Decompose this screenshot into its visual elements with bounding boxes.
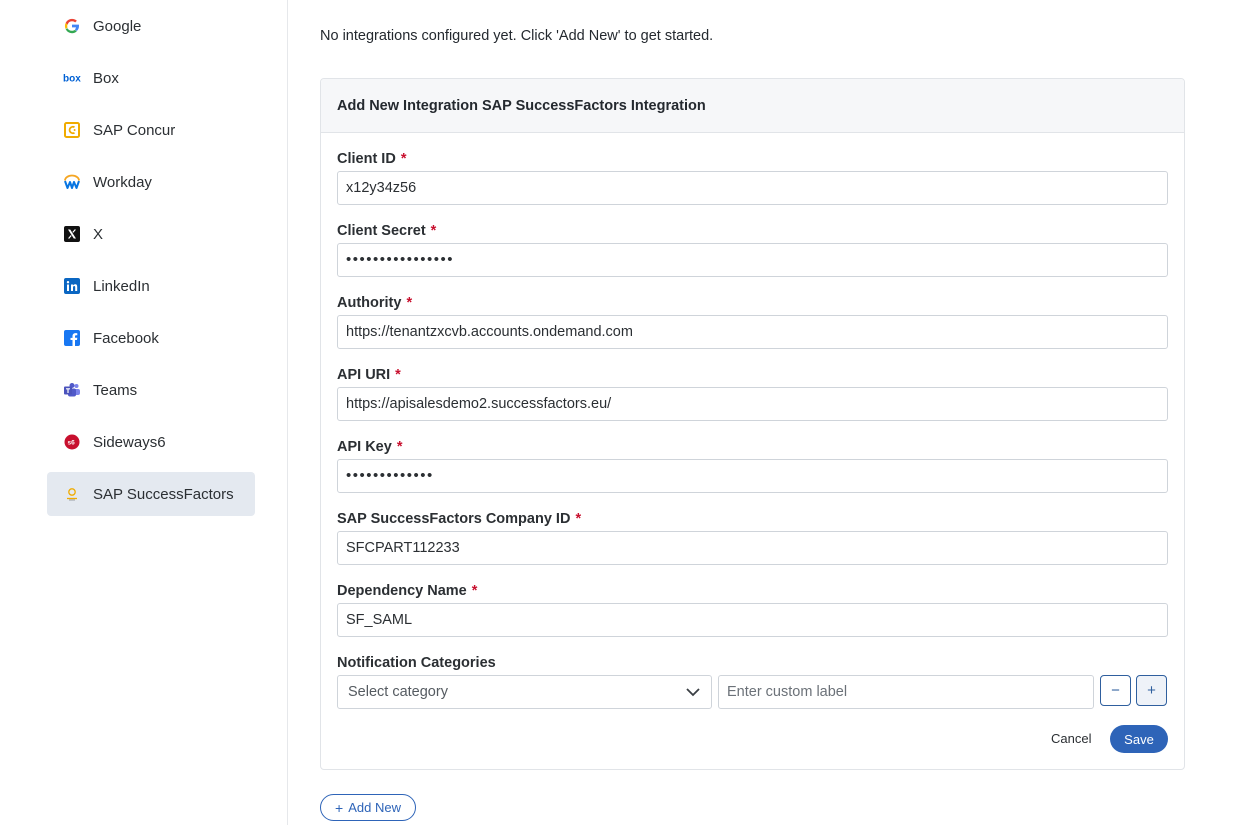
sidebar-item-google[interactable]: Google xyxy=(47,4,255,48)
client-id-label: Client ID * xyxy=(337,151,406,167)
company-id-label: SAP SuccessFactors Company ID * xyxy=(337,511,581,527)
client-id-label-text: Client ID xyxy=(337,151,396,167)
integration-form-card: Add New Integration SAP SuccessFactors I… xyxy=(320,78,1185,770)
dependency-name-label-text: Dependency Name xyxy=(337,583,467,599)
sidebar-item-sap-concur[interactable]: SAP Concur xyxy=(47,108,255,152)
category-select-placeholder: Select category xyxy=(348,684,448,700)
main-content: No integrations configured yet. Click 'A… xyxy=(288,0,1246,825)
teams-icon xyxy=(63,381,81,399)
sidebar-item-workday[interactable]: Workday xyxy=(47,160,255,204)
client-secret-input[interactable]: •••••••••••••••• xyxy=(337,243,1168,277)
sidebar-item-facebook[interactable]: Facebook xyxy=(47,316,255,360)
required-marker: * xyxy=(471,583,478,599)
sidebar-item-label: Teams xyxy=(93,381,138,399)
sap-concur-icon xyxy=(63,121,81,139)
required-marker: * xyxy=(575,511,582,527)
add-category-button[interactable]: + xyxy=(1136,675,1167,706)
sidebar-item-sap-successfactors[interactable]: SAP SuccessFactors xyxy=(47,472,255,516)
save-button[interactable]: Save xyxy=(1110,725,1168,753)
sidebar-item-label: SAP Concur xyxy=(93,121,176,139)
required-marker: * xyxy=(396,439,403,455)
sidebar-item-label: Facebook xyxy=(93,329,159,347)
required-marker: * xyxy=(400,151,407,167)
client-id-input[interactable] xyxy=(337,171,1168,205)
sidebar-item-sideways6[interactable]: s6 Sideways6 xyxy=(47,420,255,464)
sidebar-item-label: LinkedIn xyxy=(93,277,150,295)
linkedin-icon xyxy=(63,277,81,295)
box-icon: box xyxy=(63,69,81,87)
empty-state-message: No integrations configured yet. Click 'A… xyxy=(320,28,714,44)
facebook-icon xyxy=(63,329,81,347)
category-select[interactable]: Select category xyxy=(337,675,712,709)
dependency-name-input[interactable] xyxy=(337,603,1168,637)
api-key-label: API Key * xyxy=(337,439,402,455)
sidebar-item-label: Workday xyxy=(93,173,152,191)
api-uri-label: API URI * xyxy=(337,367,401,383)
notification-categories-label: Notification Categories xyxy=(337,655,496,671)
api-key-input[interactable]: ••••••••••••• xyxy=(337,459,1168,493)
custom-label-input[interactable] xyxy=(718,675,1094,709)
workday-icon xyxy=(63,173,81,191)
sidebar-item-linkedin[interactable]: LinkedIn xyxy=(47,264,255,308)
sidebar-item-box[interactable]: box Box xyxy=(47,56,255,100)
sidebar-item-x[interactable]: X xyxy=(47,212,255,256)
add-new-button[interactable]: + Add New xyxy=(320,794,416,821)
minus-icon: − xyxy=(1111,682,1120,699)
add-new-label: Add New xyxy=(348,800,401,815)
remove-category-button[interactable]: − xyxy=(1100,675,1131,706)
cancel-button[interactable]: Cancel xyxy=(1051,731,1091,746)
company-id-label-text: SAP SuccessFactors Company ID xyxy=(337,511,571,527)
svg-text:box: box xyxy=(63,74,81,84)
chevron-down-icon xyxy=(685,687,701,697)
api-uri-label-text: API URI xyxy=(337,367,391,383)
sidebar-item-teams[interactable]: Teams xyxy=(47,368,255,412)
client-secret-label: Client Secret * xyxy=(337,223,436,239)
x-icon xyxy=(63,225,81,243)
svg-text:s6: s6 xyxy=(68,440,76,447)
authority-label: Authority * xyxy=(337,295,412,311)
authority-input[interactable] xyxy=(337,315,1168,349)
plus-icon: + xyxy=(335,799,344,816)
sap-successfactors-icon xyxy=(63,485,81,503)
google-icon xyxy=(63,17,81,35)
sidebar-item-label: Box xyxy=(93,69,119,87)
required-marker: * xyxy=(406,295,413,311)
dependency-name-label: Dependency Name * xyxy=(337,583,477,599)
sidebar-item-label: Sideways6 xyxy=(93,433,166,451)
plus-icon: + xyxy=(1147,682,1156,699)
sideways6-icon: s6 xyxy=(63,433,81,451)
sidebar-item-label: SAP SuccessFactors xyxy=(93,485,234,503)
integrations-sidebar: Google box Box SAP Concur Workday X Link… xyxy=(0,0,288,825)
sidebar-item-label: Google xyxy=(93,17,142,35)
card-title: Add New Integration SAP SuccessFactors I… xyxy=(321,79,1184,133)
api-key-label-text: API Key xyxy=(337,439,392,455)
authority-label-text: Authority xyxy=(337,295,402,311)
required-marker: * xyxy=(430,223,437,239)
company-id-input[interactable] xyxy=(337,531,1168,565)
sidebar-item-label: X xyxy=(93,225,104,243)
api-uri-input[interactable] xyxy=(337,387,1168,421)
required-marker: * xyxy=(395,367,401,383)
client-secret-label-text: Client Secret xyxy=(337,223,426,239)
